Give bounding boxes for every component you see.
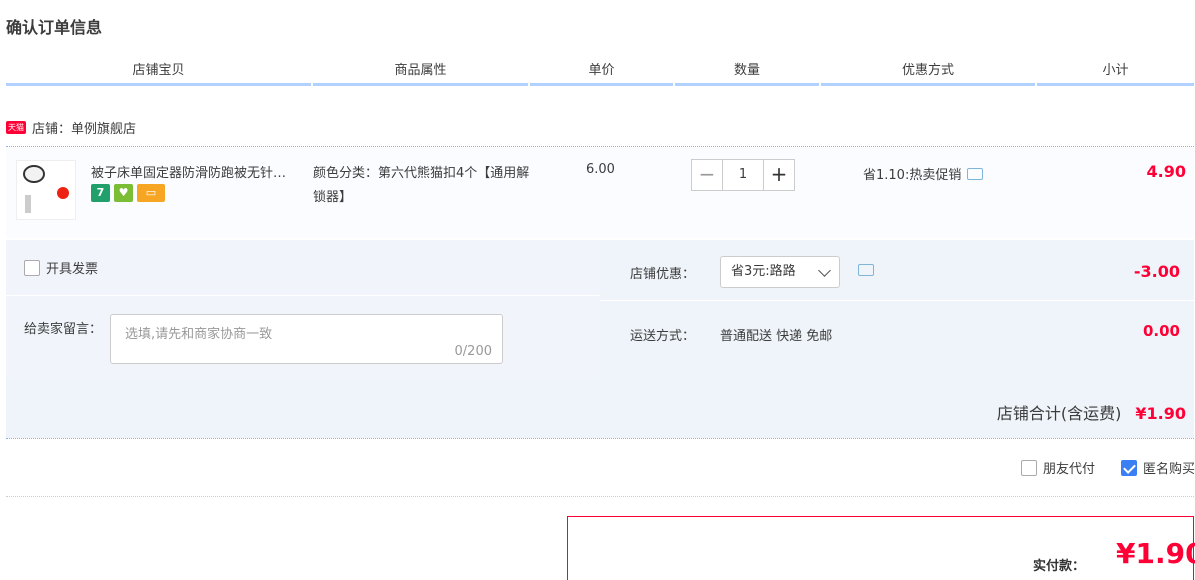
col-subtotal: 小计 [1037,60,1194,86]
divider [6,438,1194,439]
col-store-item: 店铺宝贝 [6,60,311,86]
col-qty: 数量 [675,60,819,86]
panda-image [23,165,45,183]
message-label: 给卖家留言： [24,322,103,337]
divider [600,300,1194,301]
clip-image [57,187,69,199]
anonymous-checkbox[interactable] [1120,459,1137,476]
store-name[interactable]: 店铺：单例旗舰店 [32,118,136,137]
seven-day-return-icon[interactable]: 7 [91,184,110,202]
quantity-decrease-button[interactable]: − [691,159,723,191]
guarantee-icon[interactable]: ♥ [114,184,133,202]
divider [6,496,1194,497]
promotion: 省1.10:热卖促销 [863,164,984,183]
store-discount-selected: 省3元:路路 [731,264,796,279]
promotion-text: 省1.10:热卖促销 [863,168,962,183]
col-promo: 优惠方式 [821,60,1035,86]
order-detail-panel: 开具发票 给卖家留言： 选填,请先和商家协商一致 0/200 店铺优惠： 省3元… [6,240,1194,438]
quantity-input[interactable]: 1 [723,159,763,191]
message-counter: 0/200 [454,344,492,359]
message-placeholder: 选填,请先和商家协商一致 [125,327,273,342]
friend-pay-checkbox[interactable] [1020,459,1037,476]
service-badges: 7 ♥ ▭ [91,184,165,202]
item-subtotal: 4.90 [1146,162,1186,181]
divider [6,146,1194,147]
page-title: 确认订单信息 [6,18,103,37]
col-price: 单价 [530,60,673,86]
invoice-label: 开具发票 [46,262,99,277]
payment-value: ¥1.90 [1116,537,1195,570]
tool-image [25,195,31,213]
shipping-fee: 0.00 [1142,322,1180,340]
left-panel: 开具发票 给卖家留言： 选填,请先和商家协商一致 0/200 [6,240,600,378]
purchase-options: 朋友代付 匿名购买 [1001,458,1195,477]
unit-price: 6.00 [586,162,615,177]
anonymous-option[interactable]: 匿名购买 [1120,458,1195,477]
table-header: 店铺宝贝 商品属性 单价 数量 优惠方式 小计 [6,60,1194,86]
store-header: 天猫 店铺：单例旗舰店 [6,116,136,138]
anonymous-label: 匿名购买 [1142,462,1195,477]
chat-icon[interactable] [858,264,874,276]
divider [6,295,600,296]
shipping-label: 运送方式： [630,329,696,344]
right-panel: 店铺优惠： 省3元:路路 -3.00 运送方式： 普通配送 快递 免邮 0.00 [600,240,1194,378]
product-attribute: 颜色分类：第六代熊猫扣4个【通用解锁器】 [313,166,530,205]
quantity-stepper: − 1 + [691,159,795,191]
payment-label: 实付款： [1033,559,1086,574]
friend-pay-label: 朋友代付 [1042,462,1095,477]
store-discount-select[interactable]: 省3元:路路 [720,256,840,288]
quantity-increase-button[interactable]: + [763,159,795,191]
store-discount-value: -3.00 [1133,262,1180,281]
col-attr: 商品属性 [313,60,528,86]
chevron-down-icon [818,264,831,277]
store-total: 店铺合计(含运费) ¥1.90 [997,400,1186,424]
table-row: 被子床单固定器防滑防跑被无针… 7 ♥ ▭ 颜色分类：第六代熊猫扣4个【通用解锁… [6,148,1194,238]
invoice-option[interactable]: 开具发票 [24,258,98,277]
product-name[interactable]: 被子床单固定器防滑防跑被无针… [91,162,311,181]
store-total-label: 店铺合计(含运费) [996,404,1122,423]
chat-icon[interactable] [967,167,984,180]
message-textarea[interactable]: 选填,请先和商家协商一致 0/200 [110,314,503,364]
store-total-value: ¥1.90 [1135,404,1186,423]
credit-card-icon[interactable]: ▭ [137,184,165,202]
friend-pay-option[interactable]: 朋友代付 [1020,458,1095,477]
store-discount-label: 店铺优惠： [630,267,696,282]
tmall-icon: 天猫 [6,120,26,134]
invoice-checkbox[interactable] [24,259,40,276]
payment-summary: 实付款： ¥1.90 [567,516,1195,580]
product-thumbnail[interactable] [16,160,76,220]
shipping-method: 普通配送 快递 免邮 [720,329,833,344]
